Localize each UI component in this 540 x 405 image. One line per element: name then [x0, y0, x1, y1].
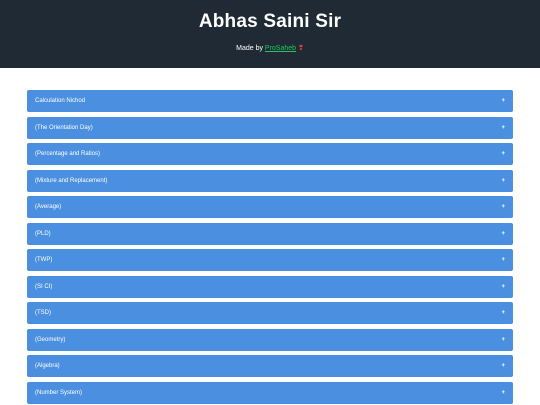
plus-icon: + [501, 310, 505, 316]
made-by-prefix: Made by [236, 45, 265, 52]
accordion-item-geometry[interactable]: (Geometry) + [27, 328, 513, 351]
accordion-label: (Mixture and Replacement) [35, 177, 108, 184]
accordion-list: Calculation Nichod + (The Orientation Da… [0, 68, 540, 405]
accordion-label: (SI CI) [35, 283, 53, 290]
page-title: Abhas Saini Sir [198, 11, 342, 32]
plus-icon: + [501, 124, 505, 131]
author-link[interactable]: ProSaheb [265, 45, 296, 52]
accordion-label: (PLD) [35, 230, 51, 237]
plus-icon: + [501, 389, 505, 396]
accordion-label: (Algebra) [35, 363, 60, 369]
plus-icon: + [501, 283, 505, 290]
accordion-label: (Average) [35, 204, 62, 210]
plus-icon: + [501, 336, 505, 343]
heart-icon: ❣ [298, 45, 304, 52]
plus-icon: + [501, 177, 505, 184]
accordion-label: (Percentage and Ratios) [35, 151, 101, 157]
accordion-item-pld[interactable]: (PLD) + [27, 222, 513, 245]
accordion-item-average[interactable]: (Average) + [27, 196, 513, 218]
accordion-label: (TWP) [35, 257, 53, 263]
plus-icon: + [501, 204, 505, 210]
accordion-item-mixture-replacement[interactable]: (Mixture and Replacement) + [27, 169, 513, 192]
accordion-label: (The Orientation Day) [35, 124, 93, 131]
site-header: Abhas Saini Sir Made by ProSaheb ❣ [0, 0, 540, 68]
accordion-item-twp[interactable]: (TWP) + [27, 249, 513, 271]
plus-icon: + [501, 151, 505, 157]
accordion-item-percentage-ratios[interactable]: (Percentage and Ratios) + [27, 143, 513, 165]
accordion-item-tsd[interactable]: (TSD) + [27, 302, 513, 324]
plus-icon: + [501, 257, 505, 263]
accordion-item-calculation-nichod[interactable]: Calculation Nichod + [27, 90, 513, 112]
accordion-label: Calculation Nichod [35, 98, 86, 104]
made-by-line: Made by ProSaheb ❣ [0, 44, 540, 53]
plus-icon: + [501, 230, 505, 237]
plus-icon: + [501, 98, 505, 104]
accordion-label: (Geometry) [35, 336, 66, 343]
accordion-label: (TSD) [35, 310, 51, 316]
accordion-item-orientation-day[interactable]: (The Orientation Day) + [27, 116, 513, 139]
accordion-label: (Number System) [35, 389, 83, 396]
accordion-item-si-ci[interactable]: (SI CI) + [27, 275, 513, 298]
plus-icon: + [501, 363, 505, 369]
accordion-item-algebra[interactable]: (Algebra) + [27, 355, 513, 377]
accordion-item-number-system[interactable]: (Number System) + [27, 381, 513, 404]
